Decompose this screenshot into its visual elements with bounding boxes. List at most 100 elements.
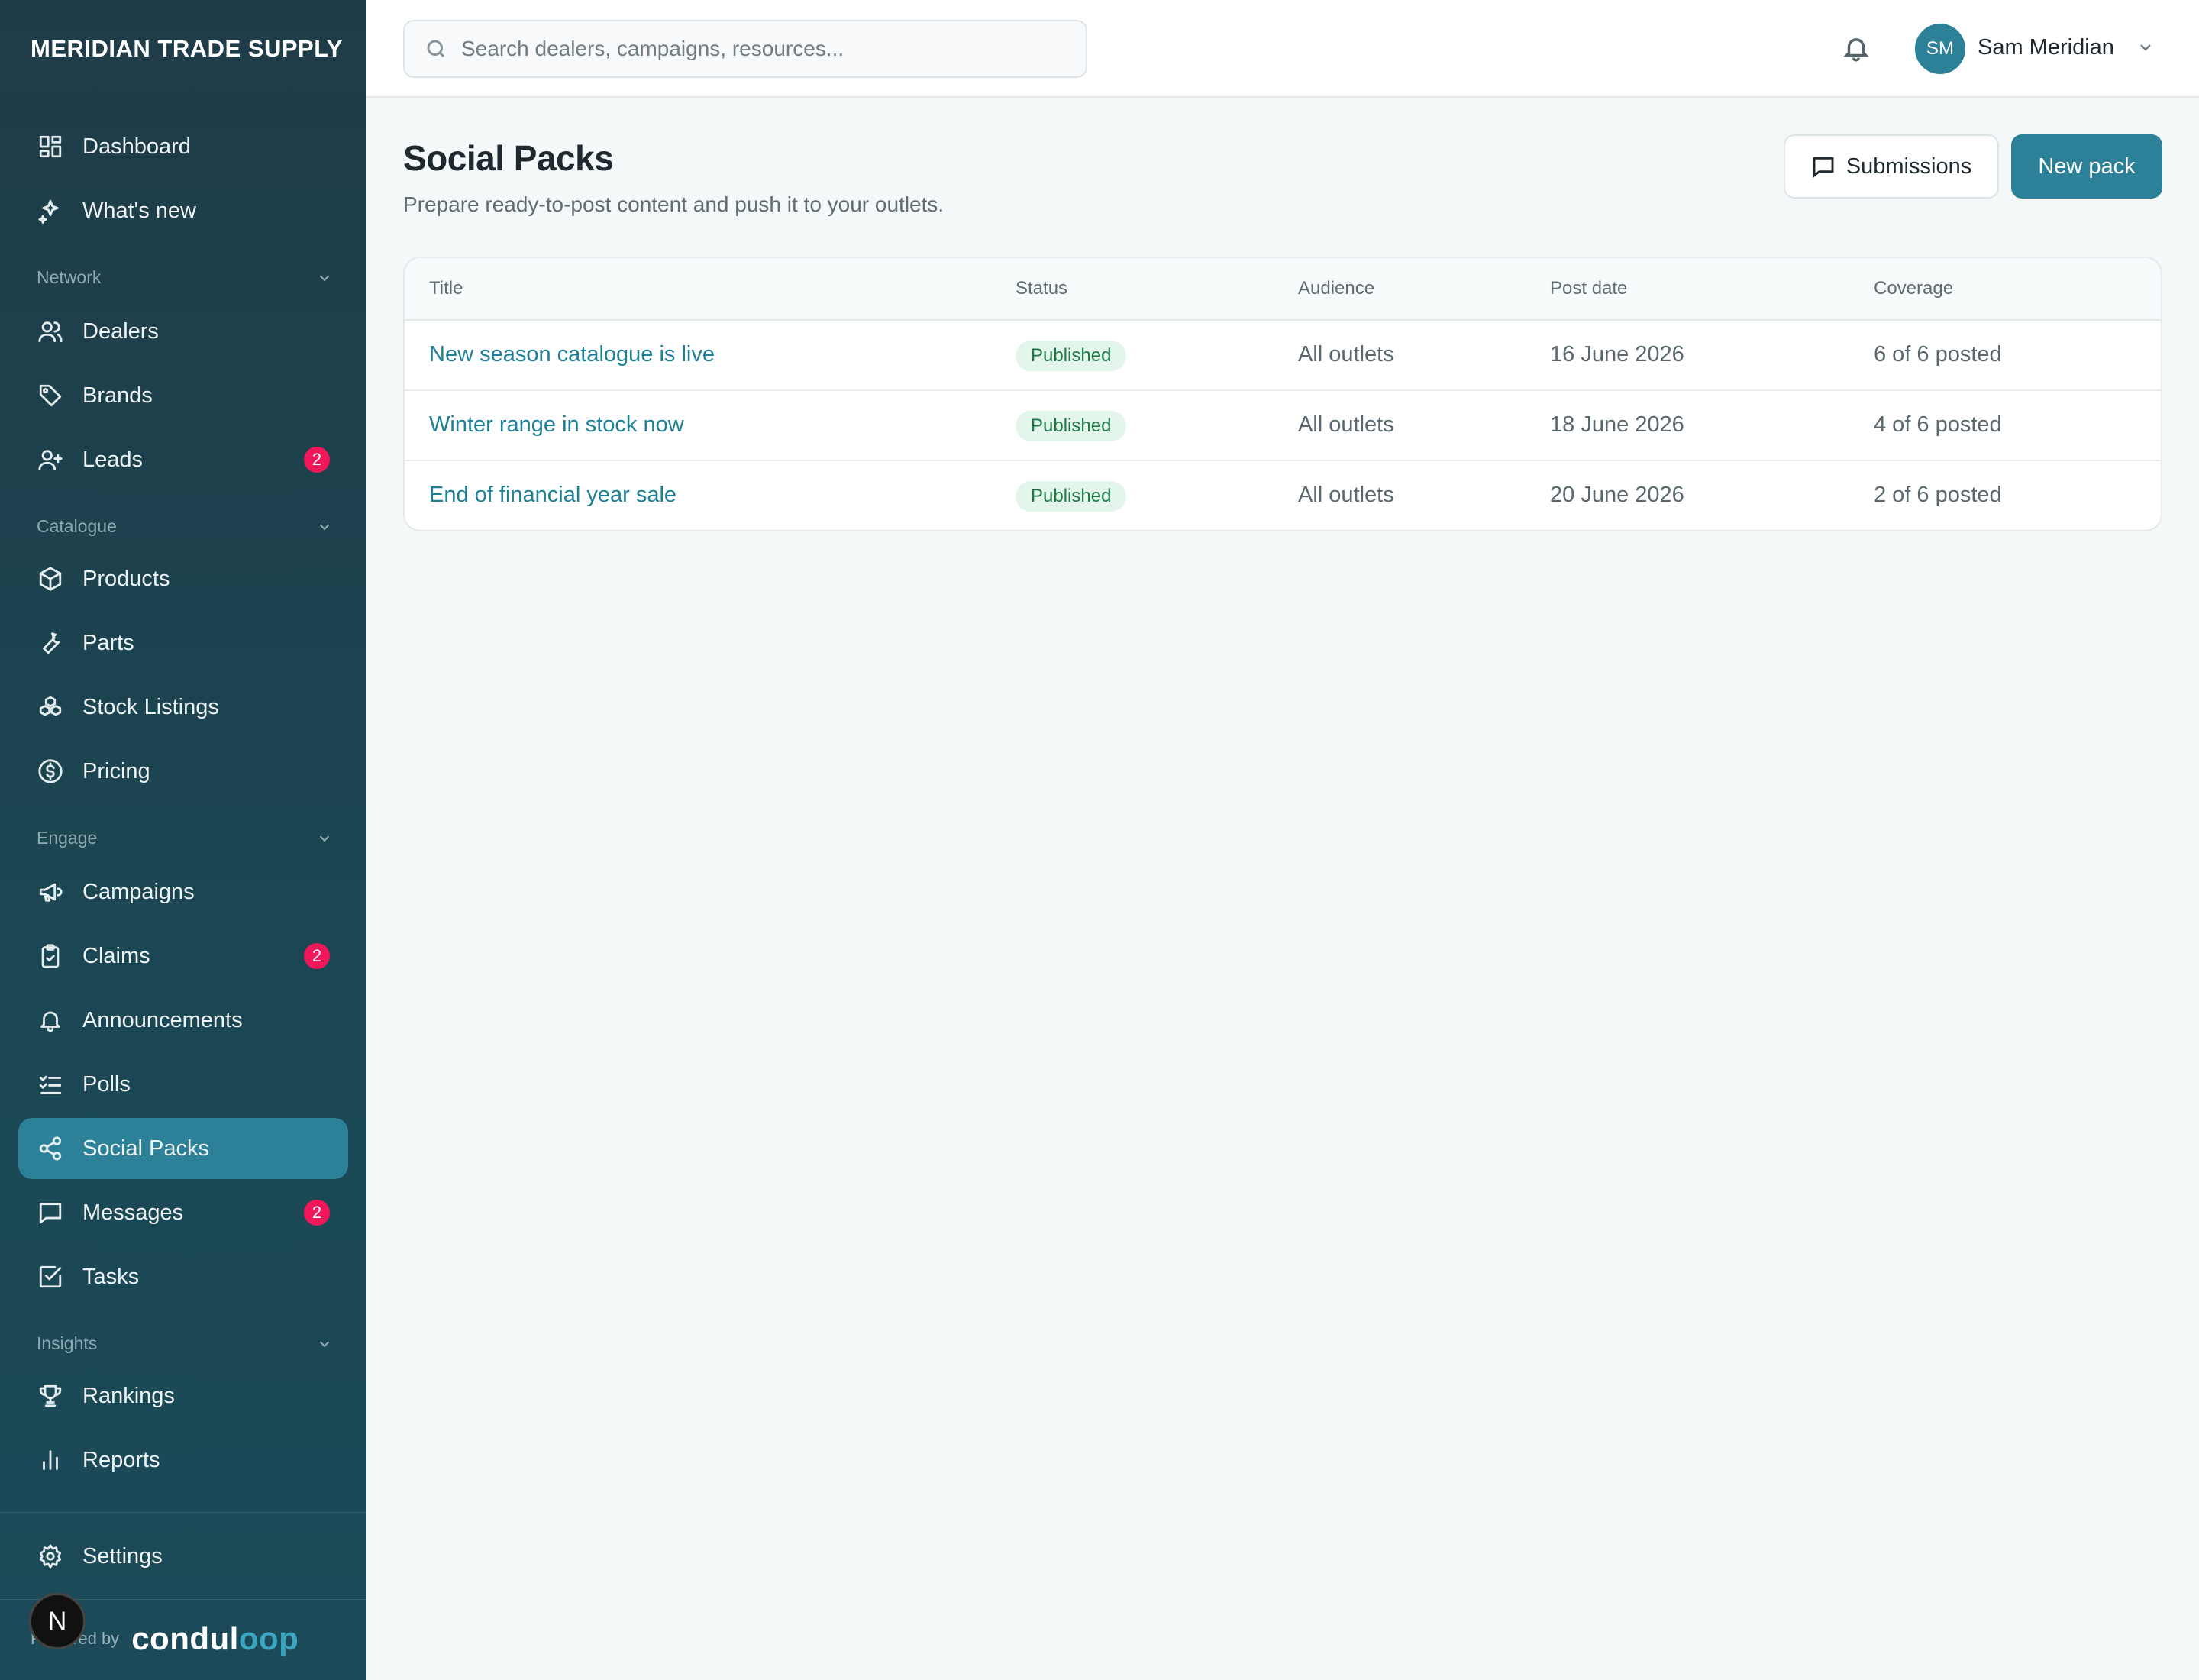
- chevron-down-icon: [2140, 44, 2151, 51]
- page-title: Social Packs: [403, 138, 614, 178]
- coverage-cell: 4 of 6 posted: [1874, 412, 2002, 437]
- section-title: Insights: [37, 1333, 98, 1353]
- megaphone-icon: [37, 878, 64, 906]
- page-subtitle: Prepare ready-to-post content and push i…: [403, 192, 945, 216]
- sidebar-item-label: Reports: [82, 1447, 160, 1472]
- sidebar-item-label: Tasks: [82, 1264, 140, 1289]
- dashboard-icon: [37, 133, 64, 160]
- column-header-audience[interactable]: Audience: [1298, 278, 1374, 299]
- status-badge: Published: [1016, 411, 1127, 441]
- sidebar-item-label: Announcements: [82, 1007, 243, 1032]
- sidebar-item-label: Claims: [82, 943, 150, 968]
- tag-icon: [37, 382, 64, 409]
- bell-icon: [1843, 38, 1869, 62]
- sidebar-item-products[interactable]: Products: [18, 548, 348, 609]
- submissions-label: Submissions: [1845, 153, 1972, 179]
- sidebar-item-label: Pricing: [82, 758, 150, 783]
- brand-name: MERIDIAN TRADE SUPPLY: [31, 35, 343, 62]
- sidebar-item-pricing[interactable]: Pricing: [18, 741, 348, 802]
- search-icon: [427, 40, 445, 58]
- table-row[interactable]: End of financial year sale Published All…: [405, 461, 2161, 530]
- sidebar-item-stock-listings[interactable]: Stock Listings: [18, 677, 348, 738]
- messages-count-badge: 2: [304, 1200, 330, 1226]
- sidebar-item-label: Settings: [82, 1543, 163, 1569]
- sidebar-item-polls[interactable]: Polls: [18, 1054, 348, 1115]
- gear-icon: [37, 1543, 64, 1570]
- column-header-status[interactable]: Status: [1016, 278, 1067, 299]
- message-icon: [1813, 157, 1834, 179]
- section-title: Engage: [37, 828, 98, 848]
- claims-count-badge: 2: [304, 943, 330, 969]
- sidebar-item-claims[interactable]: Claims 2: [18, 926, 348, 987]
- section-insights[interactable]: Insights: [37, 1333, 333, 1354]
- coverage-cell: 2 of 6 posted: [1874, 483, 2002, 507]
- sidebar-item-leads[interactable]: Leads 2: [18, 429, 348, 490]
- section-title: Network: [37, 267, 102, 287]
- section-network[interactable]: Network: [37, 267, 333, 288]
- user-menu-chevron[interactable]: [2136, 38, 2155, 57]
- section-catalogue[interactable]: Catalogue: [37, 516, 333, 537]
- sidebar-item-campaigns[interactable]: Campaigns: [18, 861, 348, 922]
- chevron-down-icon: [319, 274, 330, 281]
- sidebar-item-social-packs[interactable]: Social Packs: [18, 1118, 348, 1179]
- sidebar-item-announcements[interactable]: Announcements: [18, 990, 348, 1051]
- audience-cell: All outlets: [1298, 412, 1394, 437]
- sidebar-item-parts[interactable]: Parts: [18, 612, 348, 674]
- column-header-coverage[interactable]: Coverage: [1874, 278, 1953, 299]
- table-row[interactable]: Winter range in stock now Published All …: [405, 391, 2161, 461]
- message-icon: [37, 1199, 64, 1226]
- sidebar-item-label: Brands: [82, 383, 153, 408]
- sidebar-item-label: Social Packs: [82, 1136, 210, 1161]
- column-header-post-date[interactable]: Post date: [1550, 278, 1627, 299]
- sidebar-item-label: Products: [82, 566, 170, 591]
- post-date-cell: 20 June 2026: [1550, 483, 1684, 507]
- status-badge: Published: [1016, 341, 1127, 371]
- pack-title-link[interactable]: New season catalogue is live: [429, 342, 715, 367]
- table-row[interactable]: New season catalogue is live Published A…: [405, 321, 2161, 391]
- sidebar-item-tasks[interactable]: Tasks: [18, 1246, 348, 1307]
- sidebar-item-reports[interactable]: Reports: [18, 1430, 348, 1491]
- pack-title-link[interactable]: Winter range in stock now: [429, 412, 684, 438]
- user-plus-icon: [37, 446, 64, 473]
- notifications-button[interactable]: [1842, 34, 1872, 64]
- status-badge: Published: [1016, 481, 1127, 512]
- sidebar-item-label: Stock Listings: [82, 694, 219, 719]
- bar-chart-icon: [37, 1446, 64, 1474]
- social-packs-table: Title Status Audience Post date Coverage…: [403, 257, 2162, 531]
- section-engage[interactable]: Engage: [37, 828, 333, 848]
- sidebar-item-label: Leads: [82, 447, 144, 472]
- search-input[interactable]: [461, 37, 1072, 61]
- user-name[interactable]: Sam Meridian: [1978, 35, 2114, 60]
- submissions-button[interactable]: Submissions: [1784, 134, 1999, 199]
- share-icon: [37, 1135, 64, 1162]
- sidebar-item-rankings[interactable]: Rankings: [18, 1365, 348, 1426]
- table-header: Title Status Audience Post date Coverage: [405, 258, 2161, 321]
- clipboard-icon: [37, 942, 64, 970]
- sidebar-divider: [0, 1512, 366, 1513]
- wrench-icon: [37, 629, 64, 657]
- avatar[interactable]: SM: [1915, 24, 1965, 74]
- sidebar-item-messages[interactable]: Messages 2: [18, 1182, 348, 1243]
- boxes-icon: [37, 693, 64, 721]
- conduloop-logo[interactable]: conduloop: [131, 1620, 299, 1657]
- sidebar-item-dashboard[interactable]: Dashboard: [18, 116, 348, 177]
- new-pack-button[interactable]: New pack: [2011, 134, 2162, 199]
- box-icon: [37, 565, 64, 593]
- sidebar-item-brands[interactable]: Brands: [18, 365, 348, 426]
- column-header-title[interactable]: Title: [429, 278, 463, 299]
- trophy-icon: [37, 1382, 64, 1410]
- chevron-down-icon: [319, 523, 330, 530]
- chevron-down-icon: [319, 835, 330, 842]
- sidebar-item-dealers[interactable]: Dealers: [18, 301, 348, 362]
- sidebar-item-whats-new[interactable]: What's new: [18, 180, 348, 241]
- dev-tools-badge[interactable]: N: [29, 1593, 86, 1649]
- search-box[interactable]: [403, 20, 1087, 78]
- sidebar-item-label: What's new: [82, 198, 196, 223]
- checklist-icon: [37, 1071, 64, 1098]
- post-date-cell: 16 June 2026: [1550, 342, 1684, 367]
- pack-title-link[interactable]: End of financial year sale: [429, 483, 676, 508]
- sidebar-item-settings[interactable]: Settings: [18, 1526, 348, 1587]
- users-icon: [37, 318, 64, 345]
- audience-cell: All outlets: [1298, 342, 1394, 367]
- sidebar-item-label: Dealers: [82, 318, 159, 344]
